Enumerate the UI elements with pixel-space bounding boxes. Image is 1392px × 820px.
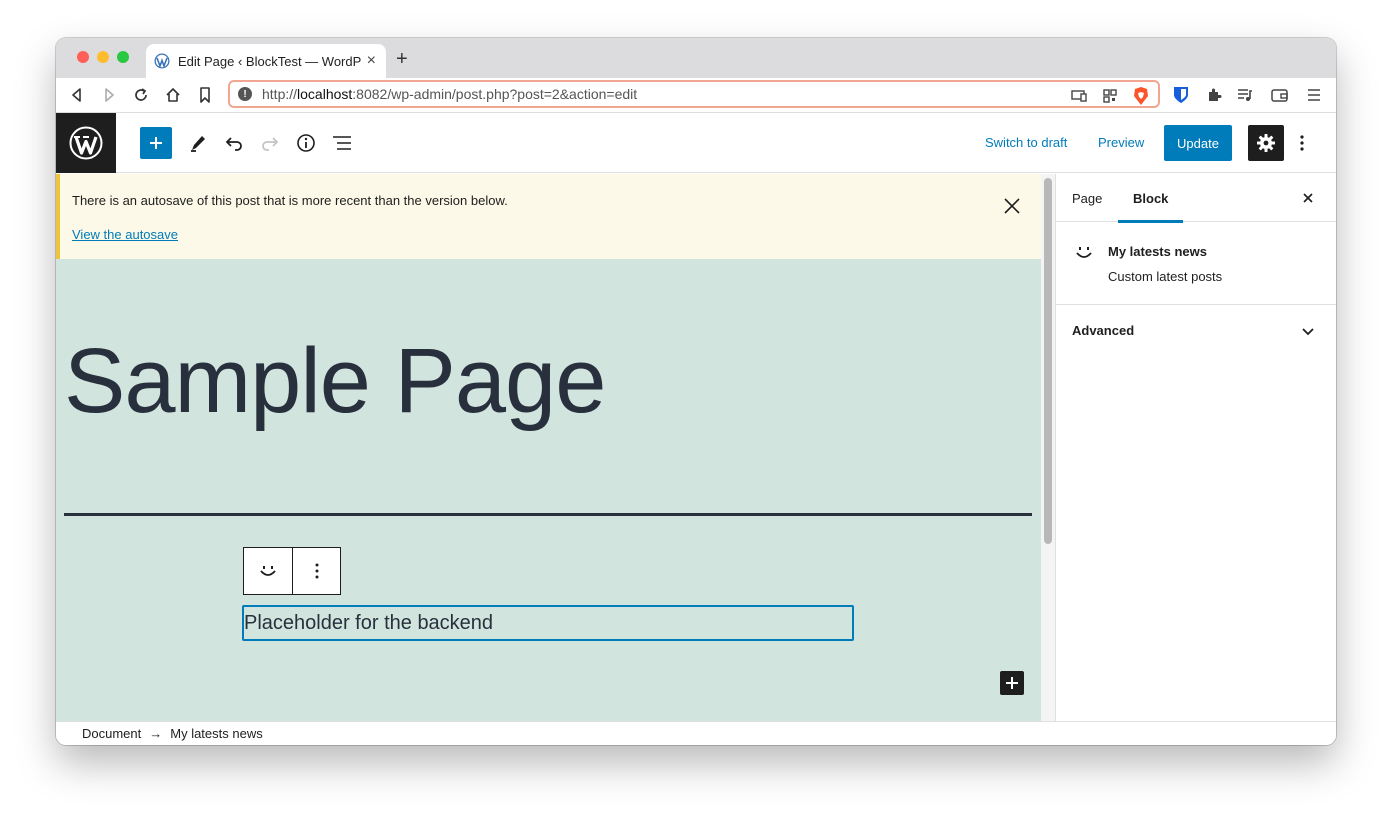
autosave-notice: There is an autosave of this post that i… <box>56 174 1041 259</box>
maximize-window-button[interactable] <box>117 51 129 63</box>
wallet-icon[interactable] <box>1270 86 1288 104</box>
preview-button[interactable]: Preview <box>1098 135 1144 150</box>
bitwarden-extension-icon[interactable] <box>1172 86 1190 104</box>
separator-block[interactable] <box>64 513 1032 516</box>
block-options-button[interactable] <box>292 548 340 594</box>
url-path: :8082/wp-admin/post.php?post=2&action=ed… <box>352 86 638 102</box>
wordpress-logo-icon <box>69 126 103 160</box>
address-bar-actions <box>1070 86 1150 106</box>
pencil-icon <box>191 136 205 152</box>
info-icon <box>297 134 315 152</box>
block-inserter-button[interactable] <box>140 127 172 159</box>
add-block-button[interactable] <box>1000 671 1024 695</box>
wordpress-favicon-icon <box>154 53 170 69</box>
chevron-down-icon <box>1302 328 1314 336</box>
redo-button[interactable] <box>258 131 282 155</box>
block-card: My latests news Custom latest posts <box>1056 222 1336 305</box>
minimize-window-button[interactable] <box>97 51 109 63</box>
browser-tab[interactable]: Edit Page ‹ BlockTest — WordPress × <box>146 44 386 78</box>
advanced-panel-title: Advanced <box>1072 323 1135 338</box>
tab-close-icon[interactable]: × <box>367 53 376 69</box>
brave-shield-icon[interactable] <box>1132 86 1150 106</box>
bookmark-icon[interactable] <box>196 86 214 104</box>
block-placeholder-text: Placeholder for the backend <box>244 611 494 634</box>
list-view-icon <box>333 136 351 150</box>
site-info-icon[interactable]: ! <box>238 87 252 101</box>
block-toolbar <box>243 547 341 595</box>
page-title[interactable]: Sample Page <box>64 329 606 434</box>
url-host: localhost <box>297 86 353 102</box>
gear-icon <box>1257 134 1275 152</box>
switch-to-draft-button[interactable]: Switch to draft <box>985 135 1067 150</box>
details-button[interactable] <box>294 131 318 155</box>
block-type-button[interactable] <box>244 548 292 594</box>
redo-icon <box>262 137 279 151</box>
block-breadcrumb: Document → My latests news <box>56 721 1336 745</box>
cast-icon[interactable] <box>1070 88 1088 104</box>
breadcrumb-current-block: My latests news <box>170 726 263 741</box>
undo-button[interactable] <box>222 131 246 155</box>
settings-button[interactable] <box>1248 125 1284 161</box>
list-view-button[interactable] <box>330 131 354 155</box>
qr-code-icon[interactable] <box>1102 88 1118 104</box>
address-bar[interactable]: ! http://localhost:8082/wp-admin/post.ph… <box>228 80 1160 108</box>
breadcrumb-arrow-icon: → <box>149 726 163 741</box>
undo-icon <box>225 137 242 151</box>
block-card-title: My latests news <box>1108 244 1207 259</box>
canvas-scrollbar[interactable] <box>1041 174 1056 721</box>
tab-title: Edit Page ‹ BlockTest — WordPress <box>178 53 361 69</box>
update-button[interactable]: Update <box>1164 125 1232 161</box>
wordpress-editor: Switch to draft Preview Update There is … <box>56 113 1336 745</box>
settings-sidebar: Page Block My latests news Custom latest… <box>1056 174 1336 721</box>
plus-icon <box>1006 677 1018 689</box>
block-card-description: Custom latest posts <box>1108 269 1223 284</box>
extensions-puzzle-icon[interactable] <box>1205 86 1223 104</box>
vertical-ellipsis-icon <box>1300 135 1304 151</box>
tools-button[interactable] <box>186 131 210 155</box>
sidebar-tabs: Page Block <box>1056 174 1336 223</box>
url-text: http://localhost:8082/wp-admin/post.php?… <box>262 86 637 102</box>
smiley-icon <box>1076 247 1092 258</box>
browser-menu-icon[interactable] <box>1305 86 1323 104</box>
view-autosave-link[interactable]: View the autosave <box>72 227 178 242</box>
selected-block[interactable]: Placeholder for the backend <box>242 605 854 641</box>
new-tab-button[interactable]: + <box>396 49 408 69</box>
browser-tabbar: Edit Page ‹ BlockTest — WordPress × + <box>56 38 1336 78</box>
advanced-panel-toggle[interactable]: Advanced <box>1056 305 1336 357</box>
editor-canvas[interactable]: There is an autosave of this post that i… <box>56 174 1041 721</box>
tab-page[interactable]: Page <box>1072 174 1102 222</box>
close-icon[interactable] <box>1000 194 1024 218</box>
playlist-icon[interactable] <box>1236 86 1254 104</box>
smiley-icon <box>260 566 276 576</box>
notice-text: There is an autosave of this post that i… <box>72 193 508 208</box>
more-options-button[interactable] <box>1292 131 1312 155</box>
browser-window: Edit Page ‹ BlockTest — WordPress × + ! … <box>56 38 1336 745</box>
editor-header: Switch to draft Preview Update <box>56 113 1336 173</box>
back-icon[interactable] <box>68 86 86 104</box>
breadcrumb-document[interactable]: Document <box>82 726 141 741</box>
tab-block[interactable]: Block <box>1118 174 1184 223</box>
browser-navbar: ! http://localhost:8082/wp-admin/post.ph… <box>56 78 1336 113</box>
home-icon[interactable] <box>164 86 182 104</box>
close-window-button[interactable] <box>77 51 89 63</box>
scrollbar-thumb[interactable] <box>1044 178 1052 544</box>
plus-icon <box>150 137 162 149</box>
wordpress-logo-button[interactable] <box>56 113 116 173</box>
reload-icon[interactable] <box>132 86 150 104</box>
forward-icon[interactable] <box>100 86 118 104</box>
close-sidebar-icon[interactable] <box>1298 188 1318 208</box>
vertical-ellipsis-icon <box>315 563 318 579</box>
url-prefix: http:// <box>262 86 298 102</box>
